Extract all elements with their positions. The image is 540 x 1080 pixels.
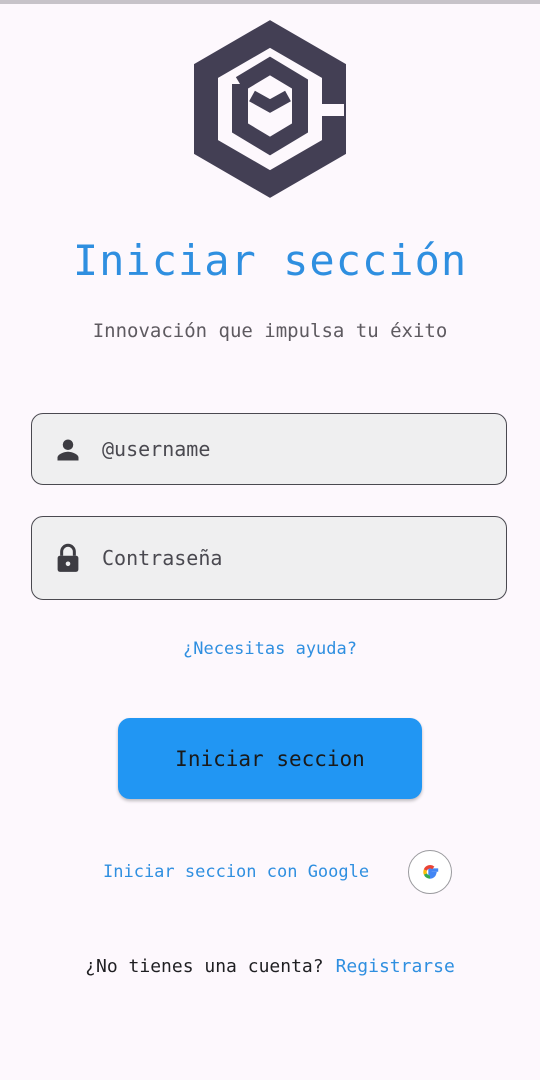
google-signin-button[interactable] xyxy=(408,850,452,894)
username-field[interactable] xyxy=(31,413,507,485)
login-button[interactable]: Iniciar seccion xyxy=(118,718,422,799)
register-link[interactable]: Registrarse xyxy=(336,956,455,977)
password-input[interactable] xyxy=(102,517,492,599)
app-logo xyxy=(194,20,346,198)
page-title: Iniciar sección xyxy=(72,236,468,285)
google-signin-row: Iniciar seccion con Google xyxy=(0,850,540,898)
help-link[interactable]: ¿Necesitas ayuda? xyxy=(0,639,540,659)
password-field[interactable] xyxy=(31,516,507,600)
google-signin-link[interactable]: Iniciar seccion con Google xyxy=(103,862,369,882)
person-icon xyxy=(57,439,79,461)
username-input[interactable] xyxy=(102,414,492,484)
register-question: ¿No tienes una cuenta? xyxy=(85,956,324,977)
register-row: ¿No tienes una cuenta? Registrarse xyxy=(0,956,540,977)
lock-icon xyxy=(57,543,79,572)
login-screen: Iniciar sección Innovación que impulsa t… xyxy=(0,0,540,1080)
status-bar-edge xyxy=(0,0,540,4)
page-subtitle: Innovación que impulsa tu éxito xyxy=(92,320,448,342)
google-icon xyxy=(423,865,439,879)
